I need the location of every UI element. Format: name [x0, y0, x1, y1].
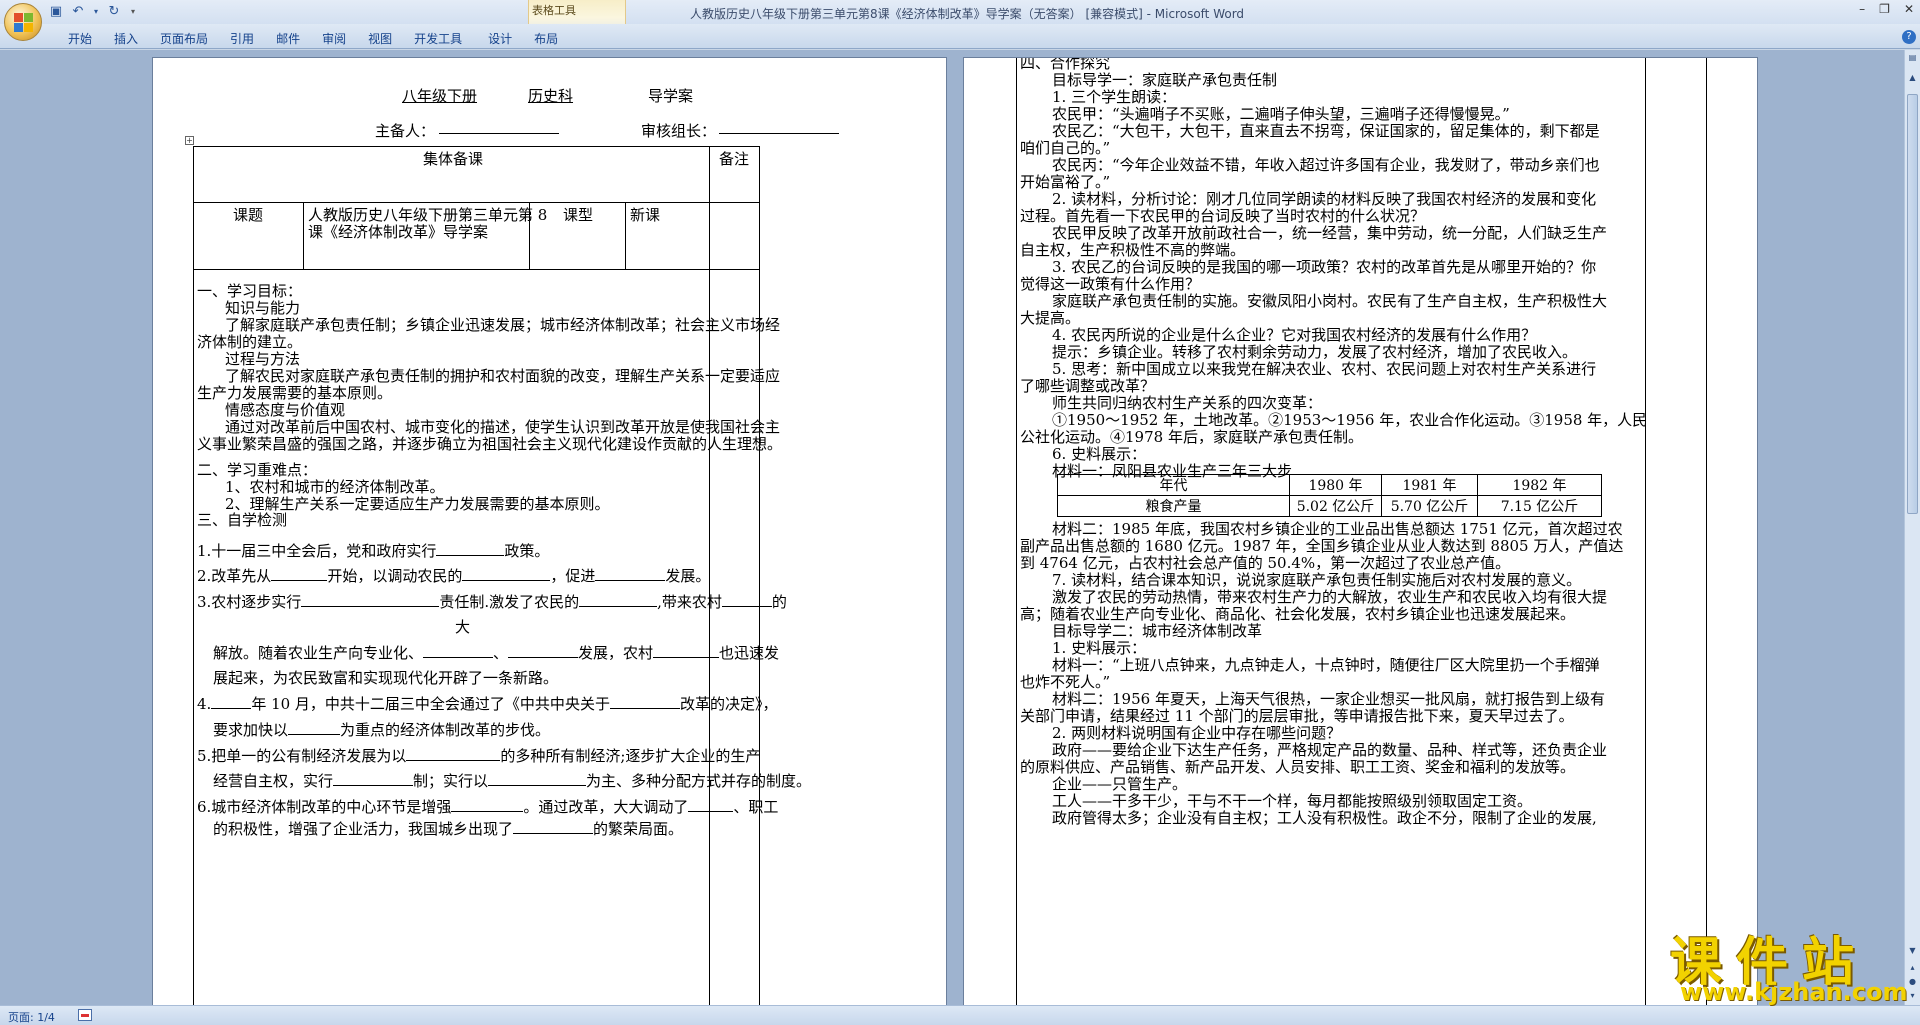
type-value: 新课: [630, 206, 661, 224]
title-bar: ▣ ↶ ▾ ↻ ▾ 表格工具 人教版历史八年级下册第三单元第8课《经济体制改革》…: [0, 0, 1920, 44]
tab-insert[interactable]: 插入: [106, 30, 146, 47]
quick-access-toolbar: ▣ ↶ ▾ ↻ ▾: [48, 4, 138, 20]
tab-mailings[interactable]: 邮件: [268, 30, 308, 47]
document-page-1[interactable]: 八年级下册 历史科 导学案 主备人： 审核组长： + 集体备课 备注 课题 人教…: [152, 57, 947, 1005]
table-row: 年代 1980 年 1981 年 1982 年: [1057, 474, 1602, 496]
prep-blank[interactable]: [439, 120, 559, 138]
page-count[interactable]: 页面: 1/4: [8, 1009, 55, 1025]
status-bar: 页面: 1/4: [0, 1005, 1920, 1025]
body-text: 材料一：“上班八点钟来，九点钟走人，十点钟时，随便往厂区大院里扔一个手榴弹: [1052, 656, 1600, 674]
scroll-up-icon[interactable]: ▲: [1907, 72, 1918, 84]
ruler-toggle-icon[interactable]: ▤: [1907, 52, 1918, 64]
table-cell: 1981 年: [1381, 474, 1478, 496]
table-cell: 年代: [1057, 474, 1290, 496]
tab-review[interactable]: 审阅: [314, 30, 354, 47]
table-cell: 5.02 亿公斤: [1289, 495, 1382, 517]
table-cell: 1982 年: [1477, 474, 1602, 496]
customize-qat-icon[interactable]: ▾: [128, 4, 138, 20]
table-divider: [193, 202, 760, 203]
contextual-tab-group-label: 表格工具: [532, 4, 576, 17]
question-5-cont: 经营自主权，实行 制；实行以 为主、多种分配方式并存的制度。: [213, 772, 812, 790]
prep-label: 主备人：: [375, 122, 436, 140]
table-cell: 粮食产量: [1057, 495, 1290, 517]
type-label: 课型: [563, 206, 594, 224]
undo-icon[interactable]: ↶: [70, 4, 86, 20]
tab-references[interactable]: 引用: [222, 30, 262, 47]
ribbon: 开始 插入 页面布局 引用 邮件 审阅 视图 开发工具 设计 布局 ?: [0, 24, 1920, 49]
table-cell: 1980 年: [1289, 474, 1382, 496]
table-divider: [303, 202, 304, 269]
minimize-button[interactable]: –: [1859, 2, 1865, 16]
table-divider: [625, 202, 626, 269]
guide-label: 导学案: [648, 87, 694, 105]
table-cell: 5.70 亿公斤: [1381, 495, 1478, 517]
question-6: 6.城市经济体制改革的中心环节是增强 。通过改革，大大调动了 、职工: [197, 798, 779, 816]
document-page-2[interactable]: 四、合作探究 目标导学一：家庭联产承包责任制 1. 三个学生朗读： 农民甲：“头…: [963, 57, 1758, 1005]
review-blank[interactable]: [719, 120, 839, 138]
table-cell: 7.15 亿公斤: [1477, 495, 1602, 517]
question-3-cont: 展起来，为农民致富和实现现代化开辟了一条新路。: [213, 669, 559, 687]
tab-design[interactable]: 设计: [480, 30, 520, 47]
body-text: 了解家庭联产承包责任制；乡镇企业迅速发展；城市经济体制改革；社会主义市场经: [225, 316, 781, 334]
restore-button[interactable]: ❐: [1879, 2, 1890, 16]
undo-dropdown-icon[interactable]: ▾: [92, 4, 100, 20]
table-border: [1645, 58, 1646, 1005]
tab-developer[interactable]: 开发工具: [406, 30, 470, 47]
ribbon-tabs: 开始 插入 页面布局 引用 邮件 审阅 视图 开发工具 设计 布局: [60, 30, 566, 47]
grain-yield-table: 年代 1980 年 1981 年 1982 年 粮食产量 5.02 亿公斤 5.…: [1057, 474, 1602, 517]
grade-label: 八年级下册: [402, 87, 478, 105]
body-text: 义事业繁荣昌盛的强国之路，并逐步确立为祖国社会主义现代化建设作贡献的人生理想。: [197, 435, 783, 453]
review-label: 审核组长：: [641, 122, 717, 140]
group-prep-header: 集体备课: [423, 150, 484, 168]
office-logo-icon: [14, 13, 34, 33]
section-heading: 三、自学检测: [197, 511, 288, 529]
tab-layout[interactable]: 布局: [526, 30, 566, 47]
table-border: [1706, 58, 1707, 1005]
redo-icon[interactable]: ↻: [106, 4, 122, 20]
watermark: 课件站 www.kjzhan.com: [1662, 920, 1920, 1006]
body-text: 农民乙：“大包干，大包干，直来直去不拐弯，保证国家的，留足集体的，剩下都是: [1052, 122, 1600, 140]
question-3-cont: 大: [455, 618, 471, 636]
question-1: 1.十一届三中全会后，党和政府实行 政策。: [197, 542, 550, 560]
body-text: 家庭联产承包责任制的实施。安徽凤阳小岗村。农民有了生产自主权，生产积极性大: [1052, 292, 1608, 310]
tab-view[interactable]: 视图: [360, 30, 400, 47]
topic-value-line2: 课《经济体制改革》导学案: [308, 223, 489, 241]
body-text: 政府管得太多；企业没有自主权；工人没有积极性。政企不分，限制了企业的发展,: [1052, 809, 1597, 827]
table-border: [1016, 58, 1017, 1005]
subject-label: 历史科: [528, 87, 574, 105]
table-divider: [193, 269, 760, 270]
window-title: 人教版历史八年级下册第三单元第8课《经济体制改革》导学案（无答案） [兼容模式]…: [690, 7, 1245, 21]
table-row: 粮食产量 5.02 亿公斤 5.70 亿公斤 7.15 亿公斤: [1057, 495, 1602, 517]
question-3: 3.农村逐步实行 责任制.激发了农民的 ,带来农村的: [197, 593, 787, 611]
close-button[interactable]: ✕: [1904, 2, 1914, 16]
watermark-url: www.kjzhan.com: [1680, 978, 1908, 1006]
body-text: 农民丙：“今年企业效益不错，年收入超过许多国有企业，我发财了，带动乡亲们也: [1052, 156, 1600, 174]
scrollbar-thumb[interactable]: [1907, 94, 1918, 514]
question-6-cont: 的积极性，增强了企业活力，我国城乡出现了 的繁荣局面。: [213, 820, 684, 838]
question-3-cont: 解放。随着农业生产向专业化、、发展，农村 也迅速发: [213, 644, 780, 662]
document-area[interactable]: 八年级下册 历史科 导学案 主备人： 审核组长： + 集体备课 备注 课题 人教…: [0, 50, 1920, 1005]
tab-page-layout[interactable]: 页面布局: [152, 30, 216, 47]
question-2: 2.改革先从 开始，以调动农民的 ，促进 发展。: [197, 567, 711, 585]
office-button[interactable]: [4, 3, 42, 41]
tab-home[interactable]: 开始: [60, 30, 100, 47]
proofing-icon[interactable]: [78, 1009, 92, 1021]
question-5: 5.把单一的公有制经济发展为以 的多种所有制经济;逐步扩大企业的生产: [197, 747, 761, 765]
question-4-cont: 要求加快以 为重点的经济体制改革的步伐。: [213, 721, 551, 739]
vertical-scrollbar[interactable]: ▤ ▲ ▼ ▴ ● ▾: [1904, 50, 1920, 1005]
window-controls: – ❐ ✕: [1859, 2, 1914, 16]
remark-header: 备注: [719, 150, 750, 168]
help-icon[interactable]: ?: [1902, 30, 1916, 44]
table-move-handle-icon[interactable]: +: [185, 136, 194, 145]
save-icon[interactable]: ▣: [48, 4, 64, 20]
question-4: 4. 年 10 月，中共十二届三中全会通过了《中共中央关于 改革的决定》，: [197, 695, 778, 713]
topic-label: 课题: [233, 206, 264, 224]
